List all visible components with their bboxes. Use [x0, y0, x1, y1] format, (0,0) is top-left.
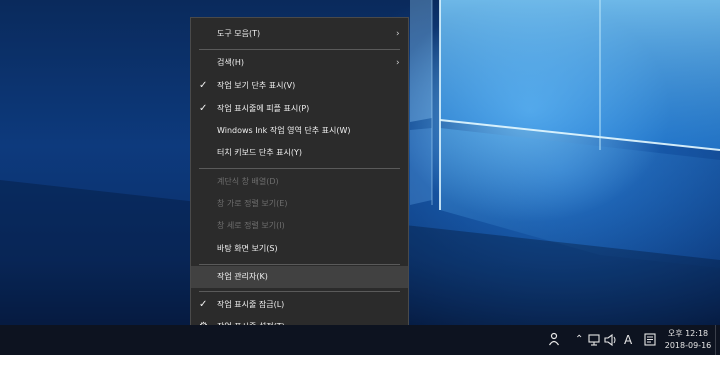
taskbar-context-menu: 도구 모음(T) › 검색(H) › ✓ 작업 보기 단추 표시(V) ✓ 작업…: [190, 17, 409, 341]
menu-item-lock-taskbar[interactable]: ✓ 작업 표시줄 잠금(L): [191, 294, 408, 316]
menu-item-label: 작업 관리자(K): [217, 272, 268, 281]
person-icon[interactable]: [548, 325, 560, 355]
menu-item-show-desktop[interactable]: 바탕 화면 보기(S): [191, 238, 408, 260]
menu-separator: [199, 291, 400, 292]
clock-date: 2018-09-16: [664, 341, 712, 350]
menu-item-label: Windows Ink 작업 영역 단추 표시(W): [217, 126, 351, 135]
taskbar[interactable]: ⌃ A 오후 12:18 2018-09-16: [0, 325, 720, 355]
menu-item-cascade-windows: 계단식 창 배열(D): [191, 171, 408, 193]
menu-item-show-task-view-button[interactable]: ✓ 작업 보기 단추 표시(V): [191, 75, 408, 97]
menu-item-label: 작업 표시줄에 피플 표시(P): [217, 104, 310, 113]
menu-item-show-people[interactable]: ✓ 작업 표시줄에 피플 표시(P): [191, 98, 408, 120]
volume-icon[interactable]: [604, 325, 618, 355]
menu-item-label: 바탕 화면 보기(S): [217, 244, 278, 253]
show-hidden-icons-icon[interactable]: ⌃: [575, 325, 583, 355]
menu-item-label: 작업 보기 단추 표시(V): [217, 81, 296, 90]
network-icon[interactable]: [588, 325, 600, 355]
menu-item-label: 도구 모음(T): [217, 29, 261, 38]
menu-item-show-windows-ink-button[interactable]: Windows Ink 작업 영역 단추 표시(W): [191, 120, 408, 142]
menu-item-label: 검색(H): [217, 58, 244, 67]
ime-indicator[interactable]: A: [624, 325, 632, 355]
chevron-right-icon: ›: [396, 58, 400, 68]
check-icon: ✓: [199, 80, 208, 91]
menu-item-search[interactable]: 검색(H) ›: [191, 52, 408, 74]
menu-item-label: 터치 키보드 단추 표시(Y): [217, 148, 302, 157]
menu-item-label: 창 세로 정렬 보기(I): [217, 221, 285, 230]
clock-time: 오후 12:18: [667, 329, 709, 338]
menu-item-label: 창 가로 정렬 보기(E): [217, 199, 288, 208]
menu-item-label: 계단식 창 배열(D): [217, 177, 279, 186]
show-desktop-button[interactable]: [715, 325, 720, 355]
menu-item-toolbars[interactable]: 도구 모음(T) ›: [191, 23, 408, 45]
menu-item-task-manager[interactable]: 작업 관리자(K): [191, 266, 408, 288]
menu-item-stack-windows: 창 가로 정렬 보기(E): [191, 193, 408, 215]
chevron-right-icon: ›: [396, 29, 400, 39]
taskbar-clock[interactable]: 오후 12:18 2018-09-16: [662, 328, 714, 352]
notification-icon[interactable]: [644, 325, 656, 355]
check-icon: ✓: [199, 299, 208, 310]
menu-item-label: 작업 표시줄 잠금(L): [217, 300, 285, 309]
menu-separator: [199, 49, 400, 50]
menu-separator: [199, 168, 400, 169]
menu-item-show-touch-keyboard-button[interactable]: 터치 키보드 단추 표시(Y): [191, 142, 408, 164]
check-icon: ✓: [199, 103, 208, 114]
menu-separator: [199, 264, 400, 265]
menu-item-side-by-side-windows: 창 세로 정렬 보기(I): [191, 215, 408, 237]
